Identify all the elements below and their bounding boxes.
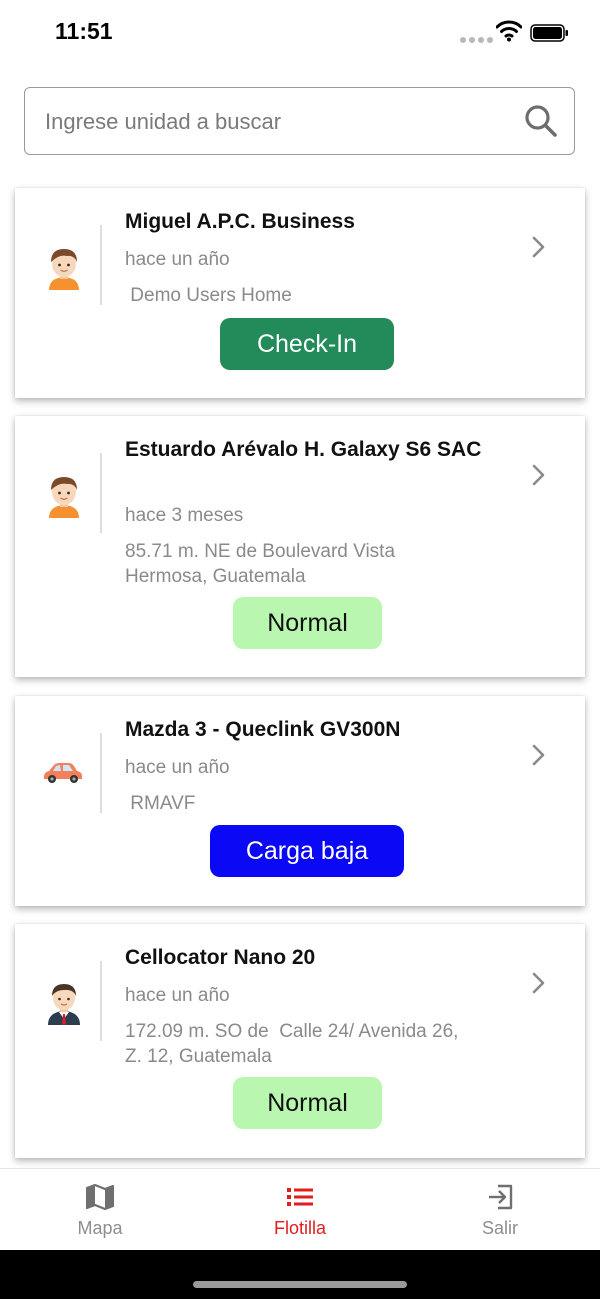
status-time: 11:51: [55, 18, 113, 44]
unit-name: Mazda 3 - Queclink GV300N: [125, 718, 401, 741]
battery-icon: [530, 24, 568, 42]
car-icon: [44, 763, 82, 783]
search-input[interactable]: [43, 88, 517, 155]
unit-location: 172.09 m. SO de Calle 24/ Avenida 26, Z.…: [125, 1021, 464, 1067]
list-icon: [287, 1188, 313, 1206]
home-indicator-area: [0, 1250, 600, 1299]
wifi-icon: [496, 20, 522, 42]
tab-label: Flotilla: [273, 1218, 326, 1238]
unit-time: hace un año: [125, 757, 230, 778]
chevron-right-icon[interactable]: [531, 464, 545, 486]
chevron-right-icon[interactable]: [531, 744, 545, 766]
unit-time: hace un año: [125, 985, 230, 1006]
tab-flotilla[interactable]: Flotilla: [200, 1169, 400, 1251]
unit-time: hace 3 meses: [125, 505, 244, 526]
unit-location: RMAVF: [125, 793, 196, 814]
divider: [100, 225, 102, 305]
search-icon[interactable]: [524, 104, 558, 138]
status-bar: 11:51: [0, 0, 600, 66]
businessman-avatar-icon: [48, 984, 80, 1025]
unit-name: Cellocator Nano 20: [125, 946, 316, 969]
tab-mapa[interactable]: Mapa: [0, 1169, 200, 1251]
unit-time: hace un año: [125, 249, 230, 270]
exit-icon: [489, 1184, 513, 1210]
tab-bar: Mapa Flotilla Salir: [0, 1168, 600, 1251]
status-badge[interactable]: Normal: [233, 1077, 382, 1129]
unit-location: 85.71 m. NE de Boulevard Vista Hermosa, …: [125, 541, 396, 587]
divider: [100, 733, 102, 813]
tab-salir[interactable]: Salir: [400, 1169, 600, 1251]
signal-dots-icon: [460, 30, 496, 48]
chevron-right-icon[interactable]: [531, 236, 545, 258]
status-icons: [460, 20, 570, 46]
divider: [100, 453, 102, 533]
status-badge[interactable]: Normal: [233, 597, 382, 649]
boy-avatar-icon: [49, 249, 79, 290]
boy-avatar-icon: [49, 477, 79, 518]
unit-card[interactable]: Miguel A.P.C. Business hace un año Demo …: [15, 188, 585, 398]
unit-card[interactable]: Estuardo Arévalo H. Galaxy S6 SAC hace 3…: [15, 416, 585, 677]
home-indicator[interactable]: [193, 1281, 407, 1288]
unit-name: Estuardo Arévalo H. Galaxy S6 SAC: [125, 438, 482, 461]
unit-location: Demo Users Home: [125, 285, 292, 306]
unit-name: Miguel A.P.C. Business: [125, 210, 355, 233]
map-icon: [86, 1183, 114, 1211]
tab-label: Mapa: [77, 1218, 123, 1238]
status-badge[interactable]: Check-In: [220, 318, 394, 370]
tab-label: Salir: [481, 1218, 518, 1238]
unit-card[interactable]: Mazda 3 - Queclink GV300N hace un año RM…: [15, 696, 585, 906]
chevron-right-icon[interactable]: [531, 972, 545, 994]
divider: [100, 961, 102, 1041]
status-badge[interactable]: Carga baja: [210, 825, 404, 877]
unit-card[interactable]: Cellocator Nano 20 hace un año 172.09 m.…: [15, 924, 585, 1158]
search-box: [24, 87, 575, 155]
